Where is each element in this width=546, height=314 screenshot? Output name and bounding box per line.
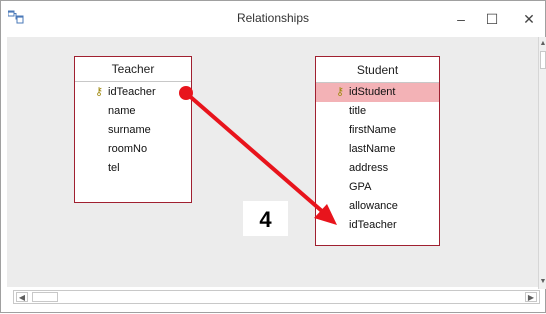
field-student-firstname[interactable]: firstName [316, 121, 439, 140]
field-student-idstudent[interactable]: ⚷ idStudent [316, 83, 439, 102]
relationships-window: Relationships – ☐ ✕ ▲ ▼ ◀ ▶ Teacher ⚷ idT… [0, 0, 546, 313]
field-student-allowance[interactable]: allowance [316, 197, 439, 216]
key-icon: ⚷ [336, 86, 345, 98]
scroll-right-icon[interactable]: ▶ [525, 292, 537, 302]
vertical-scroll-thumb[interactable] [540, 51, 546, 69]
step-number-label: 4 [242, 200, 289, 237]
field-teacher-surname[interactable]: surname [75, 121, 191, 140]
horizontal-scrollbar[interactable]: ◀ ▶ [13, 290, 540, 304]
field-student-idteacher[interactable]: idTeacher [316, 216, 439, 235]
field-student-lastname[interactable]: lastName [316, 140, 439, 159]
scroll-up-icon[interactable]: ▲ [539, 39, 546, 49]
student-table-title[interactable]: Student [316, 57, 439, 83]
field-teacher-roomno[interactable]: roomNo [75, 140, 191, 159]
vertical-scrollbar[interactable]: ▲ ▼ [538, 37, 546, 289]
student-table[interactable]: Student ⚷ idStudent title firstName lastN… [315, 56, 440, 246]
field-teacher-tel[interactable]: tel [75, 159, 191, 178]
teacher-table[interactable]: Teacher ⚷ idTeacher name surname roomNo t… [74, 56, 192, 203]
field-student-address[interactable]: address [316, 159, 439, 178]
scroll-left-icon[interactable]: ◀ [16, 292, 28, 302]
teacher-table-title[interactable]: Teacher [75, 57, 191, 82]
field-student-title[interactable]: title [316, 102, 439, 121]
title-bar: Relationships – ☐ ✕ [1, 1, 545, 37]
field-student-gpa[interactable]: GPA [316, 178, 439, 197]
horizontal-scroll-thumb[interactable] [32, 292, 58, 302]
scroll-down-icon[interactable]: ▼ [539, 277, 546, 287]
field-teacher-idteacher[interactable]: ⚷ idTeacher [75, 83, 191, 102]
key-icon: ⚷ [95, 86, 104, 98]
close-button[interactable]: ✕ [507, 5, 546, 33]
field-teacher-name[interactable]: name [75, 102, 191, 121]
